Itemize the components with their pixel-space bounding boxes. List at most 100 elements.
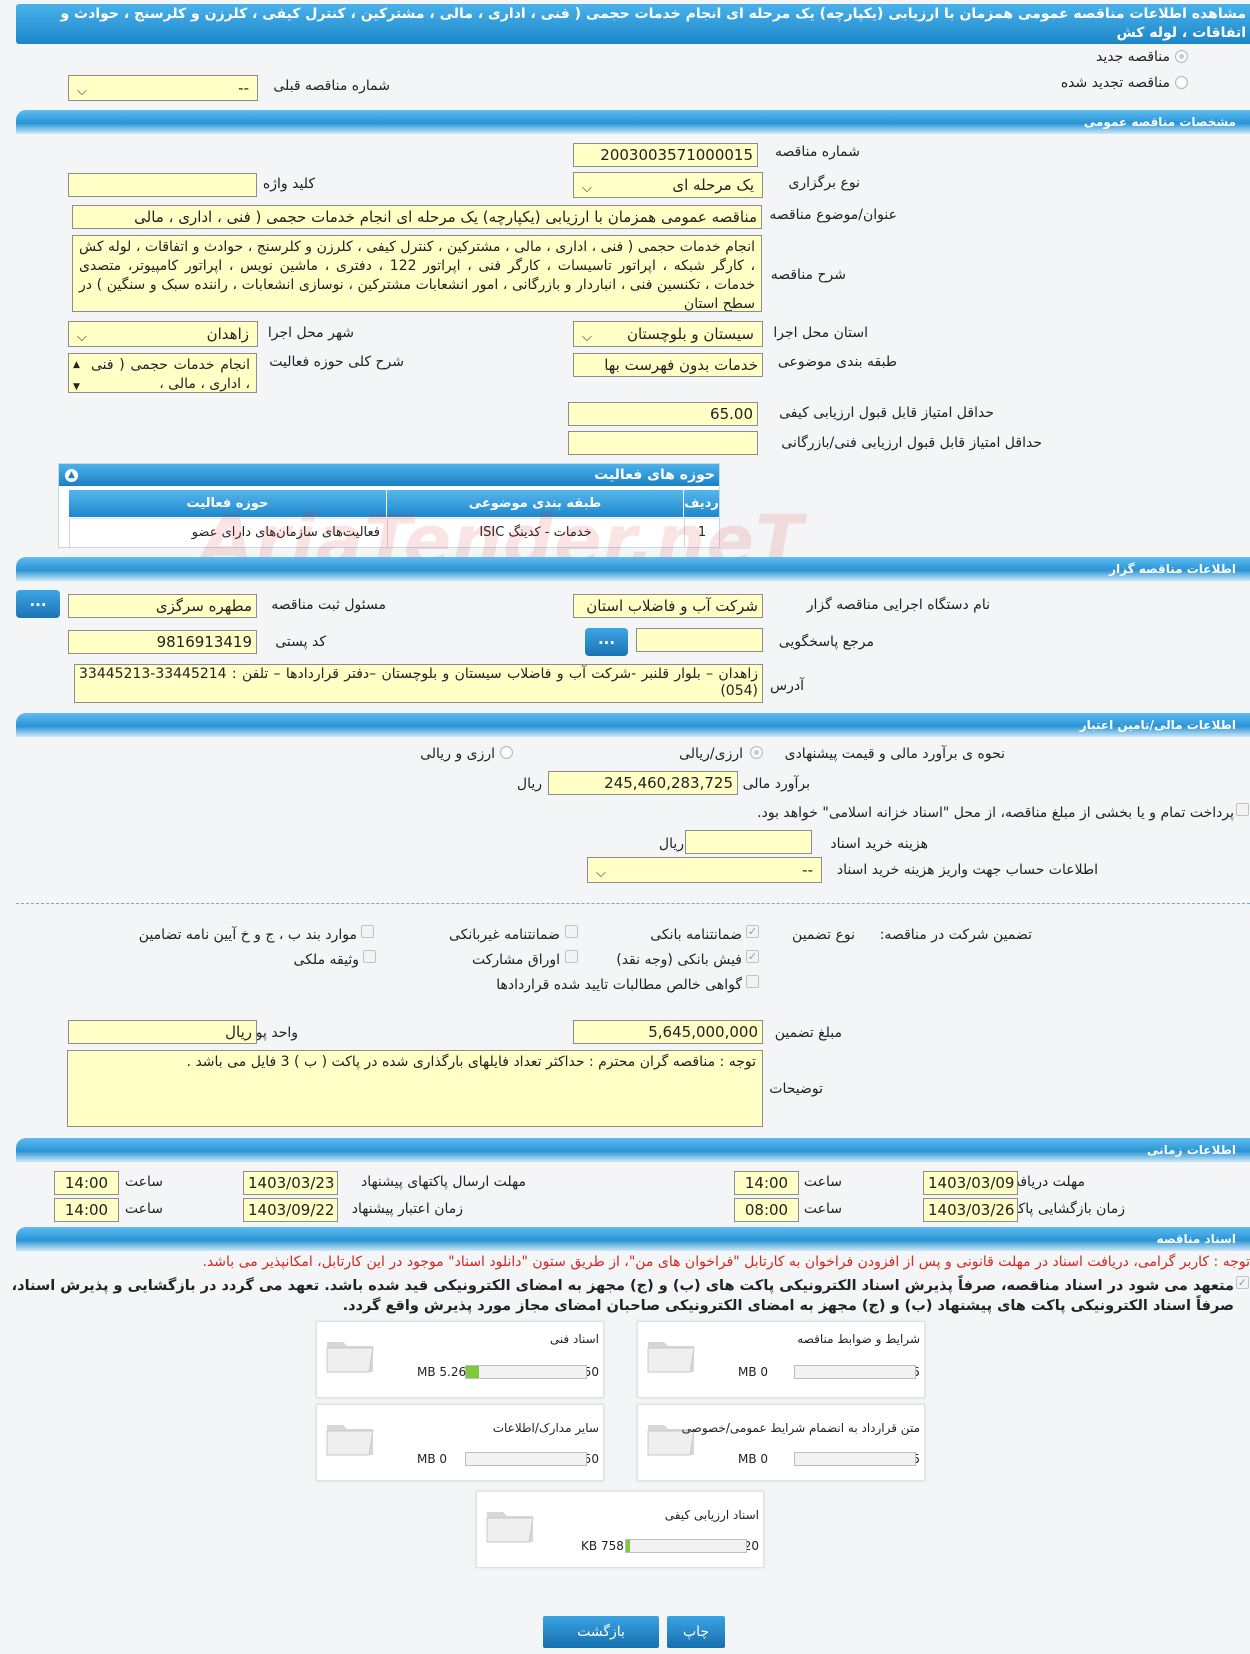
renewed-tender-radio[interactable] (1175, 76, 1188, 89)
category-field[interactable]: خدمات بدون فهرست بها (573, 353, 763, 377)
receive-time-field[interactable]: 14:00 (734, 1171, 799, 1195)
section-general: مشخصات مناقصه عمومی (16, 110, 1250, 134)
file-card-other[interactable]: سایر مدارک/اطلاعات 50 MB 0 MB (316, 1404, 604, 1481)
send-date-field[interactable]: 1403/03/23 (243, 1171, 338, 1195)
new-tender-radio[interactable] (1175, 50, 1188, 63)
file-card-conditions[interactable]: شرایط و ضوابط مناقصه 5 MB 0 MB (637, 1321, 925, 1398)
registrar-label: مسئول ثبت مناقصه (271, 597, 386, 613)
estimate-method-label: نحوه ی برآورد مالی و قیمت پیشنهادی (784, 746, 1005, 762)
address-textarea[interactable]: زاهدان – بلوار قلنبر -شرکت آب و فاضلاب س… (74, 664, 763, 703)
treasury-checkbox[interactable] (1236, 803, 1249, 816)
city-select[interactable]: زاهدان ⌵ (68, 321, 258, 347)
bonds-checkbox[interactable] (565, 950, 578, 963)
folder-icon (326, 1425, 374, 1456)
file-card-technical[interactable]: اسناد فنی 50 MB 5.26 MB (316, 1321, 604, 1398)
activity-scope-list[interactable]: انجام خدمات حجمی ( فنی ، اداری ، مالی ، … (68, 353, 257, 393)
bcj-items-checkbox[interactable] (361, 925, 374, 938)
divider (16, 903, 1250, 904)
activity-scope-label: شرح کلی حوزه فعالیت (269, 354, 404, 370)
scroll-down-icon[interactable]: ▼ (73, 378, 80, 392)
nonbank-guarantee-checkbox[interactable] (565, 925, 578, 938)
keyword-field[interactable] (68, 173, 257, 197)
validity-label: زمان اعتبار پیشنهاد (351, 1201, 463, 1217)
send-time-field[interactable]: 14:00 (54, 1171, 119, 1195)
holding-type-label: نوع برگزاری (788, 175, 860, 191)
guarantee-amount-label: مبلغ تضمین (774, 1025, 842, 1041)
bank-receipt-label: فیش بانکی (وجه نقد) (616, 952, 742, 968)
validity-time-field[interactable]: 14:00 (54, 1198, 119, 1222)
page-title: مشاهده اطلاعات مناقصه عمومی همزمان با ار… (16, 4, 1250, 44)
rial-radio[interactable] (750, 746, 763, 759)
responder-browse-button[interactable]: ... (585, 628, 628, 656)
scroll-up-icon[interactable]: ▲ (73, 356, 80, 375)
file-card-contract[interactable]: متن قرارداد به انضمام شرایط عمومی/خصوصی … (637, 1404, 925, 1481)
folder-icon (486, 1512, 534, 1543)
folder-icon (326, 1342, 374, 1373)
claims-cert-label: گواهی خالص مطالبات تایید شده قراردادها (496, 977, 742, 993)
currency-unit-field[interactable]: ریال (68, 1020, 257, 1044)
min-quality-field[interactable]: 65.00 (568, 402, 758, 426)
province-select[interactable]: سیستان و بلوچستان ⌵ (573, 321, 763, 347)
file-name: متن قرارداد به انضمام شرایط عمومی/خصوصی (681, 1421, 920, 1435)
back-button[interactable]: بازگشت (543, 1616, 659, 1648)
receive-time-label: ساعت (803, 1174, 842, 1190)
postal-code-label: کد پستی (275, 634, 326, 650)
description-label: شرح مناقصه (770, 267, 846, 283)
watermark-logo: AriaTender.neT (200, 500, 804, 582)
tender-number-field[interactable]: 2003003571000015 (573, 143, 758, 167)
postal-code-field[interactable]: 9816913419 (68, 630, 257, 654)
nonbank-guarantee-label: ضمانتنامه غیربانکی (448, 927, 560, 943)
description-textarea[interactable]: انجام خدمات حجمی ( فنی ، اداری ، مالی ، … (72, 235, 762, 312)
file-card-quality[interactable]: اسناد ارزیابی کیفی 20 MB 758 KB (476, 1491, 764, 1568)
send-time-label: ساعت (124, 1174, 163, 1190)
bank-receipt-checkbox[interactable]: ✓ (746, 950, 759, 963)
min-tech-field[interactable] (568, 431, 758, 455)
collapse-icon[interactable]: ▲ (65, 469, 78, 482)
both-radio[interactable] (500, 746, 513, 759)
commit-checkbox[interactable]: ✓ (1236, 1276, 1249, 1289)
registrar-field[interactable]: مطهره سرگزی (68, 594, 257, 618)
file-name: شرایط و ضوابط مناقصه (797, 1332, 920, 1346)
prev-number-label: شماره مناقصه قبلی (273, 78, 390, 94)
min-quality-label: حداقل امتیاز قابل قبول ارزیابی کیفی (779, 405, 994, 421)
account-select[interactable]: -- ⌵ (587, 857, 822, 883)
org-name-field[interactable]: شرکت آب و فاضلاب استان (573, 594, 763, 618)
print-button[interactable]: چاپ (667, 1616, 725, 1648)
account-value: -- (802, 861, 813, 879)
registrar-browse-button[interactable]: ... (16, 590, 60, 618)
doc-cost-field[interactable] (685, 830, 812, 854)
activity-scope-value: انجام خدمات حجمی ( فنی ، اداری ، مالی ، (91, 357, 250, 392)
holding-type-value: یک مرحله ای (672, 176, 754, 194)
file-name: اسناد فنی (549, 1332, 599, 1346)
file-usage-bar (625, 1539, 747, 1553)
city-label: شهر محل اجرا (267, 325, 354, 341)
receive-date-field[interactable]: 1403/03/09 (923, 1171, 1018, 1195)
file-usage-bar (794, 1452, 916, 1466)
subject-field[interactable]: مناقصه عمومی همزمان با ارزیابی (یکپارچه)… (72, 205, 762, 229)
file-name: اسناد ارزیابی کیفی (664, 1508, 759, 1522)
responder-field[interactable] (636, 628, 763, 652)
prev-number-select[interactable]: -- ⌵ (68, 75, 258, 101)
new-tender-label: مناقصه جدید (1095, 49, 1170, 65)
chevron-down-icon: ⌵ (596, 866, 606, 881)
doc-cost-currency: ریال (658, 836, 684, 852)
holding-type-select[interactable]: یک مرحله ای ⌵ (573, 172, 763, 198)
guarantee-amount-field[interactable]: 5,645,000,000 (573, 1020, 763, 1044)
rial-radio-label: ارزی/ریالی (679, 746, 743, 762)
notes-textarea[interactable]: توجه : مناقصه گران محترم : حداکثر تعداد … (67, 1050, 763, 1127)
subject-label: عنوان/موضوع مناقصه (769, 207, 897, 223)
activity-panel-title: حوزه های فعالیت (594, 467, 715, 483)
validity-date-field[interactable]: 1403/09/22 (243, 1198, 338, 1222)
bank-guarantee-checkbox[interactable]: ✓ (746, 925, 759, 938)
opening-date-field[interactable]: 1403/03/26 (923, 1198, 1018, 1222)
commit-text: متعهد می شود در اسناد مناقصه، صرفاً پذیر… (11, 1278, 1234, 1314)
file-used-size: 758 KB (581, 1539, 624, 1553)
account-label: اطلاعات حساب جهت واریز هزینه خرید اسناد (836, 862, 1098, 878)
opening-time-field[interactable]: 08:00 (734, 1198, 799, 1222)
claims-cert-checkbox[interactable] (746, 975, 759, 988)
estimate-field[interactable]: 245,460,283,725 (548, 771, 738, 795)
property-checkbox[interactable] (363, 950, 376, 963)
notes-label: توضیحات (769, 1081, 823, 1097)
keyword-label: کلید واژه (262, 176, 315, 192)
min-tech-label: حداقل امتیاز قابل قبول ارزیابی فنی/بازرگ… (781, 435, 1042, 451)
